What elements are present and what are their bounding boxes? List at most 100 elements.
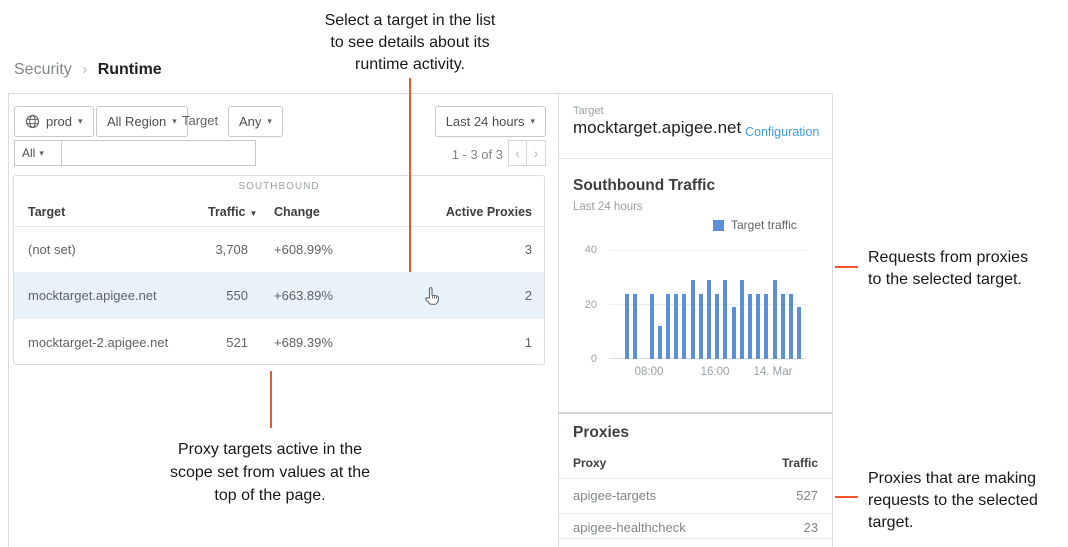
chart-bar [707, 280, 711, 359]
column-header-active-proxies[interactable]: Active Proxies [394, 205, 532, 219]
annotation-select-target: Select a target in the list to see detai… [295, 10, 525, 76]
cell-target: (not set) [28, 242, 208, 257]
configuration-link[interactable]: Configuration [745, 125, 819, 139]
cell-traffic: 23 [804, 520, 818, 535]
chart-bar [691, 280, 695, 359]
region-value: All Region [107, 114, 166, 129]
time-range-value: Last 24 hours [446, 114, 525, 129]
globe-icon [25, 114, 40, 129]
scope-value: All [22, 146, 35, 160]
annotation-proxy-targets: Proxy targets active in the scope set fr… [120, 438, 420, 507]
cell-active-proxies: 2 [394, 288, 532, 303]
chart-bar [658, 326, 662, 359]
divider [559, 478, 832, 479]
breadcrumb-security[interactable]: Security [14, 61, 72, 78]
column-header-target[interactable]: Target [28, 205, 208, 219]
divider [559, 158, 832, 159]
table-row[interactable]: (not set) 3,708 +608.99% 3 [14, 227, 544, 273]
divider [559, 513, 832, 514]
targets-table: SOUTHBOUND Target Traffic▼ Change Active… [13, 175, 545, 365]
chart-bar [732, 307, 736, 359]
legend-label: Target traffic [731, 218, 797, 232]
cell-active-proxies: 1 [394, 335, 532, 350]
column-header-traffic[interactable]: Traffic▼ [208, 205, 248, 219]
chart-bar [674, 294, 678, 359]
chart-bar [715, 294, 719, 359]
breadcrumb-runtime: Runtime [98, 61, 162, 78]
caret-down-icon: ▾ [78, 116, 83, 127]
chart-bar [625, 294, 629, 359]
annotation-line-bottom [270, 371, 272, 428]
cell-active-proxies: 3 [394, 242, 532, 257]
chart-bar [723, 280, 727, 359]
pagination-range: 1 - 3 of 3 [452, 147, 503, 162]
security-runtime-page: Select a target in the list to see detai… [0, 0, 1068, 547]
table-row[interactable]: mocktarget-2.apigee.net 521 +689.39% 1 [14, 319, 544, 365]
y-tick: 20 [567, 299, 597, 311]
hand-cursor-icon [422, 286, 442, 306]
target-label: Target [573, 105, 604, 117]
annotation-requests: Requests from proxies to the selected ta… [868, 247, 1068, 291]
divider [559, 538, 832, 539]
cell-change: +689.39% [248, 335, 394, 350]
target-detail-panel: Target mocktarget.apigee.net Configurati… [558, 94, 833, 547]
search-input[interactable] [61, 140, 256, 166]
chart-bar [797, 307, 801, 359]
legend-swatch-icon [713, 220, 724, 231]
x-tick: 14. Mar [754, 366, 793, 378]
cell-change: +608.99% [248, 242, 394, 257]
proxy-row[interactable]: apigee-healthcheck 23 [573, 520, 818, 535]
pagination-controls: ‹ › [508, 140, 546, 166]
next-page-button[interactable]: › [527, 140, 546, 166]
annotation-line-proxies [835, 496, 858, 498]
cell-traffic: 3,708 [208, 242, 248, 257]
annotation-line-chart [835, 266, 858, 268]
target-type-label: Target [182, 113, 218, 128]
y-tick: 40 [567, 244, 597, 256]
target-value-dropdown[interactable]: Any ▾ [228, 106, 283, 137]
chart-bar [764, 294, 768, 359]
chart-legend: Target traffic [713, 218, 797, 232]
chart-plot [609, 250, 806, 359]
column-header-traffic: Traffic [782, 456, 818, 470]
chart-bar [633, 294, 637, 359]
chart-bar [789, 294, 793, 359]
proxy-row[interactable]: apigee-targets 527 [573, 488, 818, 503]
caret-down-icon: ▾ [39, 148, 44, 159]
chart-bar [650, 294, 654, 359]
previous-page-button[interactable]: ‹ [508, 140, 527, 166]
environment-dropdown[interactable]: prod ▾ [14, 106, 94, 137]
caret-down-icon: ▾ [530, 116, 535, 127]
region-dropdown[interactable]: All Region ▾ [96, 106, 188, 137]
gridline [609, 250, 806, 251]
section-divider [559, 412, 832, 414]
breadcrumb: Security › Runtime [14, 61, 162, 79]
chart-bar [756, 294, 760, 359]
chart-bar [682, 294, 686, 359]
y-tick: 0 [567, 353, 597, 365]
annotation-proxies: Proxies that are making requests to the … [868, 468, 1068, 534]
cell-target: mocktarget-2.apigee.net [28, 335, 208, 350]
breadcrumb-separator-icon: › [82, 61, 87, 78]
column-header-change[interactable]: Change [248, 205, 394, 219]
chart-title: Southbound Traffic [573, 177, 715, 195]
chart-bar [748, 294, 752, 359]
x-tick: 08:00 [635, 366, 664, 378]
chart-bar [781, 294, 785, 359]
column-header-proxy: Proxy [573, 456, 606, 470]
scope-dropdown[interactable]: All ▾ [14, 140, 62, 166]
content-left-border [8, 93, 9, 547]
cell-traffic: 527 [796, 488, 818, 503]
chevron-right-icon: › [534, 145, 539, 161]
table-group-header: SOUTHBOUND [14, 176, 544, 197]
target-value: Any [239, 114, 261, 129]
time-range-dropdown[interactable]: Last 24 hours ▾ [435, 106, 546, 137]
target-type-dropdown[interactable]: Target ▾ [182, 113, 232, 128]
proxies-title: Proxies [573, 424, 629, 442]
target-name: mocktarget.apigee.net [573, 118, 741, 138]
environment-value: prod [46, 114, 72, 129]
cell-traffic: 521 [208, 335, 248, 350]
chart-bar [740, 280, 744, 359]
chart-bar [773, 280, 777, 359]
table-row[interactable]: mocktarget.apigee.net 550 +663.89% 2 [14, 273, 544, 319]
